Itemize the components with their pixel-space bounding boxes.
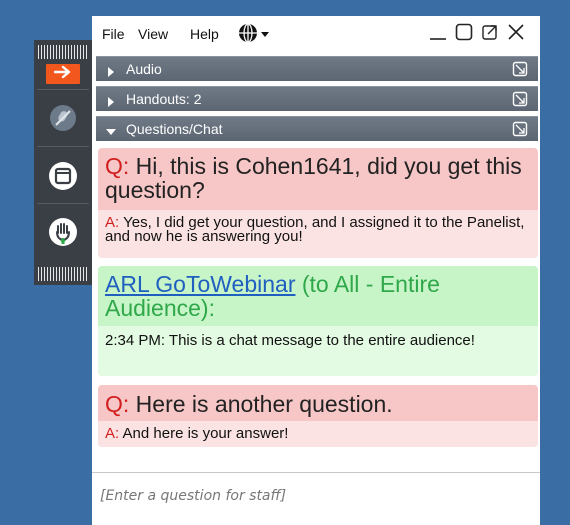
section-audio-label: Audio — [126, 61, 162, 77]
collapse-triangle-icon — [106, 124, 116, 142]
mute-microphone-button[interactable] — [45, 102, 81, 138]
section-questions-chat[interactable]: Questions/Chat — [96, 116, 538, 141]
language-menu-button[interactable] — [235, 22, 275, 45]
answer-text: And here is your answer! — [122, 425, 289, 442]
expand-triangle-icon — [106, 64, 116, 82]
microphone-muted-icon — [48, 103, 78, 138]
section-handouts[interactable]: Handouts: 2 — [96, 86, 538, 111]
minimize-icon — [428, 22, 448, 47]
chat-text: 2:34 PM: This is a chat message to the e… — [105, 332, 475, 349]
chat-sender-link[interactable]: ARL GoToWebinar — [105, 271, 295, 297]
raise-hand-icon — [47, 216, 79, 253]
question-text-block: Q: Hi, this is Cohen1641, did you get th… — [105, 154, 525, 202]
question-input-area — [92, 472, 540, 525]
close-icon — [506, 22, 526, 47]
show-screen-button[interactable] — [45, 160, 81, 196]
question-input[interactable] — [98, 483, 532, 509]
popout-section-icon[interactable] — [512, 121, 528, 142]
chat-message: ARL GoToWebinar (to All - Entire Audienc… — [98, 266, 538, 376]
menu-file[interactable]: File — [102, 26, 125, 42]
chat-body: 2:34 PM: This is a chat message to the e… — [98, 326, 538, 376]
answer-block: A: Yes, I did get your question, and I a… — [98, 210, 538, 258]
question-prefix: Q: — [105, 391, 130, 417]
section-audio[interactable]: Audio — [96, 56, 538, 81]
globe-icon — [237, 22, 273, 49]
menu-help[interactable]: Help — [190, 26, 219, 42]
divider — [37, 146, 89, 147]
webinar-control-panel: File View Help Audio Handouts: 2 Questio… — [92, 16, 540, 525]
divider — [37, 203, 89, 204]
question-text-block: Q: Here is another question. — [105, 392, 525, 416]
popout-button[interactable] — [480, 24, 500, 44]
question-prefix: Q: — [105, 153, 130, 179]
section-questions-chat-label: Questions/Chat — [126, 121, 223, 137]
screen-window-icon — [47, 160, 79, 197]
chat-header: ARL GoToWebinar (to All - Entire Audienc… — [105, 272, 525, 320]
question-text: Hi, this is Cohen1641, did you get this … — [105, 153, 522, 203]
maximize-icon — [454, 22, 474, 47]
expand-triangle-icon — [106, 94, 116, 112]
question-text: Here is another question. — [135, 391, 393, 417]
divider — [37, 89, 89, 90]
answer-block: A: And here is your answer! — [98, 421, 538, 447]
answer-prefix: A: — [105, 425, 120, 442]
popout-icon — [480, 22, 500, 47]
maximize-button[interactable] — [454, 22, 474, 47]
question-message: Q: Hi, this is Cohen1641, did you get th… — [98, 148, 538, 258]
popout-section-icon[interactable] — [512, 91, 528, 112]
arrow-right-icon — [53, 65, 72, 84]
section-handouts-label: Handouts: 2 — [126, 91, 202, 107]
close-button[interactable] — [506, 22, 526, 47]
grab-handle-top[interactable] — [38, 45, 88, 59]
collapse-panel-button[interactable] — [46, 64, 80, 84]
control-panel-strip — [34, 40, 92, 285]
menu-view[interactable]: View — [138, 26, 168, 42]
menu-bar: File View Help — [92, 16, 540, 54]
answer-text: Yes, I did get your question, and I assi… — [105, 214, 525, 245]
question-message: Q: Here is another question. A: And here… — [98, 385, 538, 447]
minimize-button[interactable] — [428, 24, 448, 44]
raise-hand-button[interactable] — [45, 216, 81, 252]
grab-handle-bottom[interactable] — [38, 267, 88, 281]
popout-section-icon[interactable] — [512, 61, 528, 82]
